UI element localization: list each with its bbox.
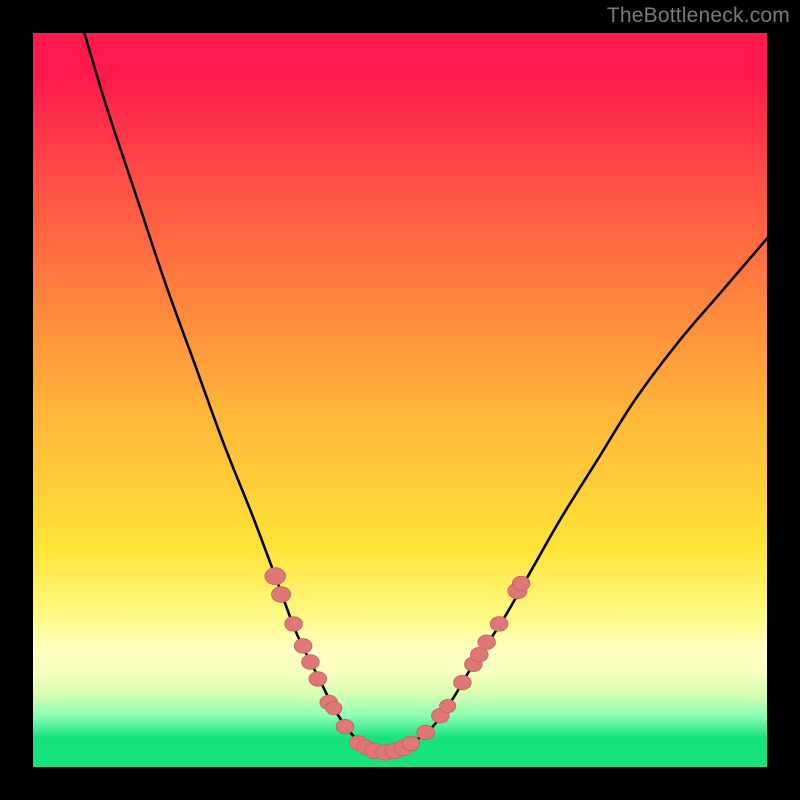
marker-dot: [336, 719, 354, 733]
marker-dot: [417, 725, 435, 739]
watermark-text: TheBottleneck.com: [607, 4, 790, 28]
marker-dot: [490, 617, 508, 631]
marker-dot: [285, 617, 303, 631]
marker-dot: [309, 672, 327, 686]
chart-svg: [33, 33, 767, 767]
plot-area: [33, 33, 767, 767]
marker-dot: [454, 675, 472, 689]
chart-frame: TheBottleneck.com: [0, 0, 800, 800]
marker-dot: [478, 635, 496, 649]
marker-dot: [402, 736, 420, 750]
curve-markers: [265, 568, 530, 760]
marker-dot: [326, 702, 342, 715]
marker-dot: [512, 576, 530, 590]
marker-dot: [302, 655, 320, 669]
marker-dot: [265, 568, 286, 585]
marker-dot: [294, 639, 312, 653]
marker-dot: [440, 699, 456, 712]
bottleneck-curve: [84, 33, 767, 753]
marker-dot: [272, 587, 291, 603]
